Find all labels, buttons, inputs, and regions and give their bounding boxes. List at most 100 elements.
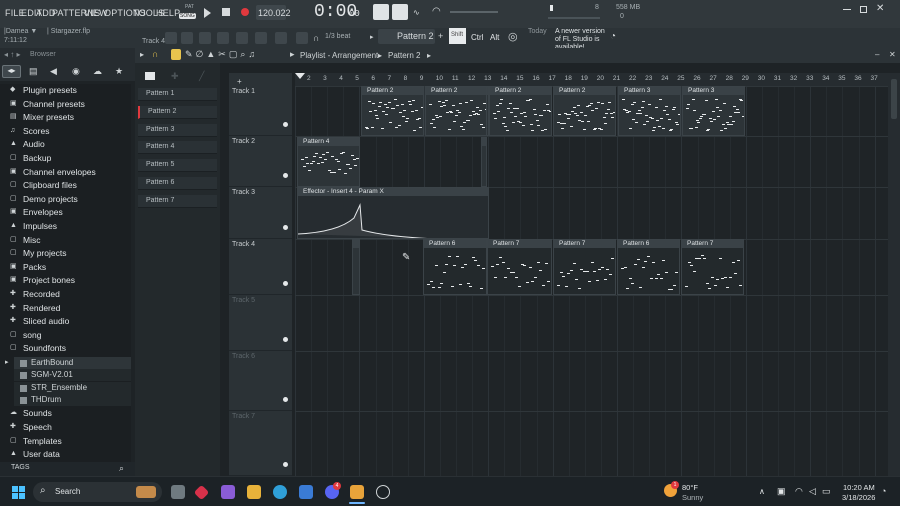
clip-edge[interactable] xyxy=(352,239,360,295)
notification-bell-icon[interactable]: ◔ xyxy=(881,486,886,496)
windows-start-icon[interactable] xyxy=(12,486,25,499)
browser-item[interactable]: ✚ Rendered xyxy=(0,302,131,315)
edge-icon[interactable] xyxy=(273,485,287,499)
pattern-selector[interactable]: Pattern 2 xyxy=(378,29,435,44)
track-header[interactable]: Track 1 xyxy=(229,86,292,136)
menu-help[interactable]: HELP xyxy=(156,8,180,18)
track-header[interactable]: Track 5 xyxy=(229,295,292,351)
browser-item[interactable]: ▢ Soundfonts xyxy=(0,342,131,355)
playlist-tools-icons[interactable]: ✎∅▲✂▢⌕♫ xyxy=(185,49,258,60)
snap-selector[interactable]: 1/3 beat xyxy=(325,33,350,40)
browser-item[interactable]: ▢ Templates xyxy=(0,435,131,448)
pattern-clip[interactable]: Pattern 2 xyxy=(489,86,552,136)
browser-item[interactable]: ▢ My projects xyxy=(0,247,131,260)
playlist-close-icon[interactable]: ✕ xyxy=(889,50,896,59)
piano-icon[interactable] xyxy=(145,72,155,80)
soundfont-item[interactable]: STR_Ensemble xyxy=(14,381,131,394)
soundfont-item[interactable]: ▸ EarthBound xyxy=(5,356,131,369)
pattern-clip[interactable]: Pattern 3 xyxy=(618,86,681,136)
pattern-edit-icon[interactable]: ╱ xyxy=(199,71,204,82)
browser-files-icon[interactable]: ▤ xyxy=(29,66,38,77)
ctrl-key[interactable]: Ctrl xyxy=(471,33,483,42)
track-mute-button[interactable] xyxy=(283,397,288,402)
mic-icon[interactable] xyxy=(296,32,308,44)
browser-item[interactable]: ▢ Clipboard files xyxy=(0,179,131,192)
browser-item[interactable]: ▢ Misc xyxy=(0,234,131,247)
pattern-item[interactable]: Pattern 2 xyxy=(138,105,217,119)
browser-icon[interactable] xyxy=(275,32,287,44)
tray-chevron-icon[interactable]: ∧ xyxy=(759,487,765,496)
pat-song-toggle[interactable]: PAT SONG xyxy=(179,3,199,23)
browser-item[interactable]: ▢ Demo projects xyxy=(0,193,131,206)
browser-item[interactable]: ▲ User data xyxy=(0,448,131,461)
waveform-icon[interactable]: ∿ xyxy=(413,8,420,17)
pattern-item[interactable]: Pattern 3 xyxy=(138,123,217,137)
track-header[interactable]: Track 7 xyxy=(229,411,292,476)
browser-item[interactable]: ▲ Impulses xyxy=(0,220,131,233)
play-icon[interactable] xyxy=(204,8,211,18)
browser-all-tab[interactable]: ◂▸ xyxy=(2,65,21,78)
clip-edge[interactable] xyxy=(486,86,489,136)
pattern-mode-button[interactable] xyxy=(373,4,389,20)
browser-item[interactable]: ♫ Scores xyxy=(0,125,131,138)
browser-item[interactable]: ▲ Audio xyxy=(0,138,131,151)
browser-item[interactable]: ✚ Recorded xyxy=(0,288,131,301)
tempo-display[interactable]: 120.022 xyxy=(256,5,291,20)
browser-item[interactable]: ▢ Backup xyxy=(0,152,131,165)
playhead-marker[interactable] xyxy=(295,73,305,79)
browser-cloud-icon[interactable]: ☁ xyxy=(93,66,102,77)
plugin-icon[interactable] xyxy=(255,32,267,44)
pattern-item[interactable]: Pattern 6 xyxy=(138,177,217,190)
browser-plugins-icon[interactable]: ◀ xyxy=(50,66,57,77)
pattern-clip[interactable]: Pattern 7 xyxy=(681,239,744,295)
file-explorer-icon[interactable] xyxy=(247,485,261,499)
pattern-add-icon[interactable]: ✚ xyxy=(171,71,179,82)
globe-icon[interactable]: ◔ xyxy=(610,31,616,42)
task-view-icon[interactable] xyxy=(171,485,185,499)
track-header[interactable]: Track 3 xyxy=(229,187,292,239)
pattern-clip[interactable]: Pattern 6 xyxy=(423,239,487,295)
magnet-snap-icon[interactable]: ∩ xyxy=(152,49,158,59)
browser-item[interactable]: ☁ Sounds xyxy=(0,407,131,420)
browser-nav-icon[interactable]: ◂ ↑ ▸ xyxy=(4,50,20,59)
alt-key[interactable]: Alt xyxy=(490,33,499,42)
copilot-icon[interactable] xyxy=(221,485,235,499)
browser-item[interactable]: ◆ Plugin presets xyxy=(0,84,131,97)
channel-rack-icon[interactable] xyxy=(217,32,229,44)
magnet-icon[interactable]: ∩ xyxy=(313,33,319,43)
browser-item[interactable]: ✚ Sliced audio xyxy=(0,315,131,328)
browser-item[interactable]: ▣ Channel presets xyxy=(0,98,131,111)
wifi-icon[interactable]: ◠ xyxy=(795,486,803,497)
minimize-icon[interactable] xyxy=(843,9,851,10)
browser-item[interactable]: ▣ Packs xyxy=(0,261,131,274)
automation-clip[interactable]: Effector - Insert 4 - Param X xyxy=(297,187,489,239)
pattern-clip[interactable]: Pattern 7 xyxy=(553,239,616,295)
close-icon[interactable]: ✕ xyxy=(876,3,884,14)
news-icon[interactable]: ◎ xyxy=(508,30,518,43)
volume-icon[interactable]: ◁ xyxy=(809,486,816,497)
playlist-nav-icon[interactable]: ▸ xyxy=(290,49,295,60)
pattern-item[interactable]: Pattern 7 xyxy=(138,194,217,208)
track-mute-button[interactable] xyxy=(283,337,288,342)
track-mute-button[interactable] xyxy=(283,281,288,286)
playlist-icon[interactable] xyxy=(181,32,193,44)
pattern-item[interactable]: Pattern 5 xyxy=(138,159,217,173)
track-mute-button[interactable] xyxy=(283,462,288,467)
master-volume-slider[interactable] xyxy=(450,11,498,13)
shift-key[interactable]: Shift xyxy=(449,28,466,44)
piano-roll-icon[interactable] xyxy=(199,32,211,44)
playlist-scrollbar[interactable] xyxy=(888,73,900,476)
pattern-clip[interactable]: Pattern 4 xyxy=(297,137,360,187)
pattern-clip[interactable]: Pattern 2 xyxy=(425,86,488,136)
add-track-icon[interactable]: + xyxy=(237,77,242,86)
pattern-clip[interactable]: Pattern 6 xyxy=(617,239,680,295)
playlist-grid[interactable]: Pattern 2 Pattern 2 Pattern 2 Pattern 2 Patt… xyxy=(295,86,888,476)
master-pitch-icon[interactable]: ◠ xyxy=(432,6,441,17)
mixer-icon[interactable] xyxy=(236,32,248,44)
browser-item[interactable]: ✚ Speech xyxy=(0,421,131,434)
add-pattern-icon[interactable]: + xyxy=(438,31,443,41)
maximize-icon[interactable] xyxy=(860,6,867,13)
track-header[interactable]: Track 2 xyxy=(229,136,292,187)
clock-app-icon[interactable] xyxy=(376,485,390,499)
metronome-button[interactable] xyxy=(392,4,408,20)
